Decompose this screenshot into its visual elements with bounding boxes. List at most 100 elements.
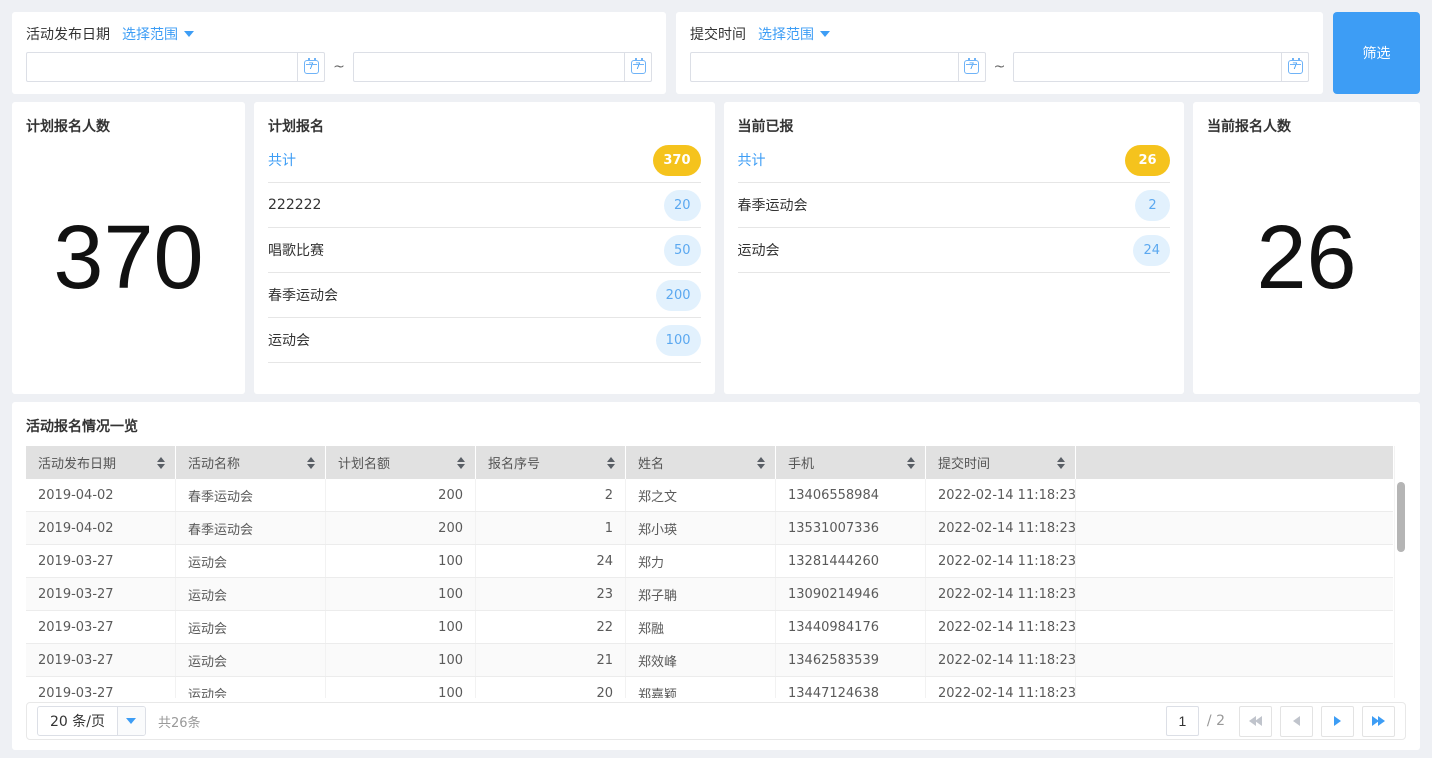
registration-table-card: 活动报名情况一览 活动发布日期活动名称计划名额 报名序号姓名 手机 提交时间 2019… [12,402,1420,750]
stat-total-label: 共计 [268,150,296,170]
table-cell: 20 [476,677,626,698]
table-cell: 运动会 [176,578,326,610]
stat-list-item: 春季运动会2 [738,183,1171,228]
current-list-card: 当前已报 共计26春季运动会2运动会24 [724,102,1185,394]
table-cell: 13281444260 [776,545,926,577]
table-cell: 2022-02-14 11:18:23 [926,644,1076,676]
publish-date-range-dropdown[interactable]: 选择范围 [122,24,194,44]
table-cell-filler [1076,512,1393,544]
planned-count-wrap: 370 [26,136,231,380]
table-cell: 运动会 [176,677,326,698]
stat-total-badge: 370 [653,145,700,176]
last-page-button[interactable] [1362,706,1395,737]
column-header-label: 手机 [788,453,814,472]
table-cell: 200 [326,512,476,544]
stat-total-row: 共计 370 [268,138,701,183]
submit-time-end-calendar-button[interactable]: 7 [1282,52,1309,82]
publish-date-start-calendar-button[interactable]: 7 [298,52,325,82]
stat-item-label: 运动会 [738,240,780,260]
column-header-label: 计划名额 [338,453,390,472]
submit-time-label: 提交时间 [690,24,746,44]
sort-desc-icon [607,464,615,469]
table-cell: 郑力 [626,545,776,577]
current-count-title: 当前报名人数 [1207,116,1406,136]
column-header-filler [1076,446,1393,479]
column-header-4[interactable]: 姓名 [626,446,776,479]
sort-icon[interactable] [457,457,465,469]
submit-time-start-input[interactable] [690,52,959,82]
sort-asc-icon [607,457,615,462]
column-header-3[interactable]: 报名序号 [476,446,626,479]
column-header-label: 提交时间 [938,453,990,472]
column-header-label: 姓名 [638,453,664,472]
submit-time-filter: 提交时间 选择范围 7 ~ 7 [676,12,1323,94]
sort-asc-icon [307,457,315,462]
sort-asc-icon [1057,457,1065,462]
chevron-down-icon [184,31,194,37]
table-cell: 2019-04-02 [26,512,176,544]
current-count-value: 26 [1256,213,1356,303]
submit-time-label-row: 提交时间 选择范围 [690,22,1309,44]
table-cell: 13447124638 [776,677,926,698]
table-cell: 2 [476,479,626,511]
table-row: 2019-03-27运动会10022郑融134409841762022-02-1… [26,611,1393,644]
table-cell: 13462583539 [776,644,926,676]
right-arrow-icon [1334,716,1341,726]
publish-date-end-group: 7 [353,52,652,82]
column-header-0[interactable]: 活动发布日期 [26,446,176,479]
sort-icon[interactable] [307,457,315,469]
table-cell: 100 [326,611,476,643]
table-cell: 2019-03-27 [26,545,176,577]
filter-button[interactable]: 筛选 [1333,12,1420,94]
submit-time-range-dropdown[interactable]: 选择范围 [758,24,830,44]
stat-total-badge: 26 [1125,145,1170,176]
dashboard-page: 活动发布日期 选择范围 7 ~ 7 [0,0,1432,758]
table-cell: 2022-02-14 11:18:23 [926,578,1076,610]
current-page-input[interactable] [1166,706,1199,736]
sort-icon[interactable] [757,457,765,469]
total-count-label: 共26条 [158,712,201,731]
previous-page-button[interactable] [1280,706,1313,737]
table-cell: 100 [326,545,476,577]
publish-date-end-calendar-button[interactable]: 7 [625,52,652,82]
table-cell: 2019-04-02 [26,479,176,511]
table-cell-filler [1076,545,1393,577]
page-size-select[interactable]: 20 条/页 [37,706,146,736]
table-cell: 13531007336 [776,512,926,544]
stat-item-label: 222222 [268,197,321,213]
table-cell: 2022-02-14 11:18:23 [926,512,1076,544]
column-header-2[interactable]: 计划名额 [326,446,476,479]
publish-date-start-input[interactable] [26,52,298,82]
publish-date-filter: 活动发布日期 选择范围 7 ~ 7 [12,12,666,94]
planned-count-title: 计划报名人数 [26,116,231,136]
column-header-5[interactable]: 手机 [776,446,926,479]
sort-icon[interactable] [607,457,615,469]
submit-time-start-calendar-button[interactable]: 7 [959,52,986,82]
sort-icon[interactable] [1057,457,1065,469]
sort-icon[interactable] [907,457,915,469]
sort-desc-icon [907,464,915,469]
table-wrap: 活动发布日期活动名称计划名额报名序号姓名手机提交时间 2019-04-02春季运… [26,446,1406,698]
first-page-button[interactable] [1239,706,1272,737]
table-cell: 24 [476,545,626,577]
table-title: 活动报名情况一览 [26,416,1406,436]
publish-date-end-input[interactable] [353,52,625,82]
column-header-1[interactable]: 活动名称 [176,446,326,479]
table-cell: 郑小瑛 [626,512,776,544]
submit-time-end-input[interactable] [1013,52,1282,82]
next-page-button[interactable] [1321,706,1354,737]
sort-desc-icon [1057,464,1065,469]
current-count-card: 当前报名人数 26 [1193,102,1420,394]
stat-list-item: 唱歌比赛50 [268,228,701,273]
sort-desc-icon [457,464,465,469]
table-scrollbar-thumb[interactable] [1397,482,1405,552]
pagination-bar: 20 条/页 共26条 / 2 [26,702,1406,740]
current-list: 共计26春季运动会2运动会24 [738,138,1171,273]
table-cell: 22 [476,611,626,643]
range-separator: ~ [333,59,345,75]
table-cell: 运动会 [176,644,326,676]
column-header-6[interactable]: 提交时间 [926,446,1076,479]
stat-item-badge: 24 [1133,235,1170,266]
table-row: 2019-03-27运动会10023郑子聃130902149462022-02-… [26,578,1393,611]
sort-icon[interactable] [157,457,165,469]
